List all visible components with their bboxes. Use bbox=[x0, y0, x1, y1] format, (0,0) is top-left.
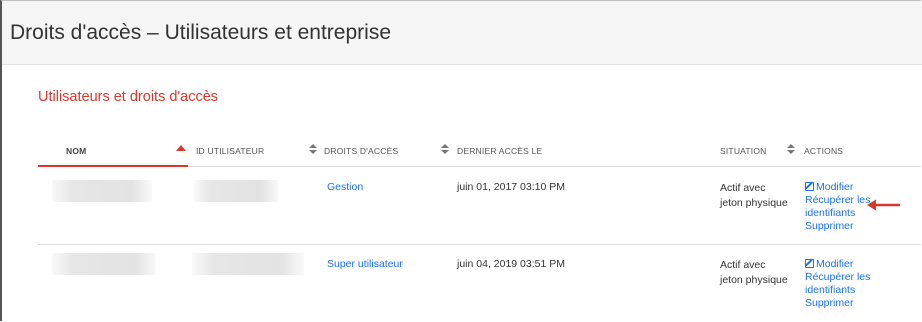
delete-link[interactable]: Supprimer bbox=[805, 297, 895, 310]
section-title: Utilisateurs et droits d'accès bbox=[38, 89, 219, 105]
column-header-actions: ACTIONS bbox=[804, 146, 844, 156]
page-title: Droits d'accès – Utilisateurs et entrepr… bbox=[10, 21, 391, 44]
row-actions: Modifier Récupérer les identifiants Supp… bbox=[805, 258, 895, 310]
sort-ascending-icon[interactable] bbox=[176, 145, 186, 151]
column-header-dernier-acces[interactable]: DERNIER ACCÈS LE bbox=[457, 146, 542, 156]
redacted-user-id bbox=[194, 180, 278, 202]
access-rights-link[interactable]: Gestion bbox=[327, 181, 363, 193]
column-header-situation: SITUATION bbox=[720, 146, 767, 156]
redacted-name bbox=[52, 253, 156, 275]
access-rights-link[interactable]: Super utilisateur bbox=[327, 258, 403, 270]
recover-credentials-link[interactable]: Récupérer les identifiants bbox=[805, 271, 895, 297]
edit-icon bbox=[805, 182, 814, 191]
last-access-date: juin 01, 2017 03:10 PM bbox=[457, 181, 565, 193]
page-header: Droits d'accès – Utilisateurs et entrepr… bbox=[2, 1, 922, 65]
redacted-name bbox=[52, 180, 152, 202]
last-access-date: juin 04, 2019 03:51 PM bbox=[457, 258, 565, 270]
column-header-nom[interactable]: NOM bbox=[66, 146, 86, 156]
sort-icon[interactable] bbox=[787, 144, 795, 155]
status-text: Actif avec jeton physique bbox=[720, 259, 788, 286]
row-divider bbox=[38, 244, 921, 245]
sort-icon[interactable] bbox=[441, 144, 449, 155]
modify-label: Modifier bbox=[816, 181, 854, 193]
delete-link[interactable]: Supprimer bbox=[805, 220, 895, 233]
modify-link[interactable]: Modifier bbox=[805, 181, 895, 194]
edit-icon bbox=[805, 259, 814, 268]
red-arrow-left-icon bbox=[867, 199, 900, 211]
modify-link[interactable]: Modifier bbox=[805, 258, 895, 271]
status-text: Actif avec jeton physique bbox=[720, 182, 788, 209]
sort-icon[interactable] bbox=[309, 144, 317, 155]
redacted-user-id bbox=[192, 253, 304, 275]
column-header-id-utilisateur[interactable]: ID UTILISATEUR bbox=[196, 146, 264, 156]
column-header-droits-acces[interactable]: DROITS D'ACCÈS bbox=[324, 146, 398, 156]
active-sort-underline bbox=[38, 165, 188, 167]
modify-label: Modifier bbox=[816, 258, 854, 270]
